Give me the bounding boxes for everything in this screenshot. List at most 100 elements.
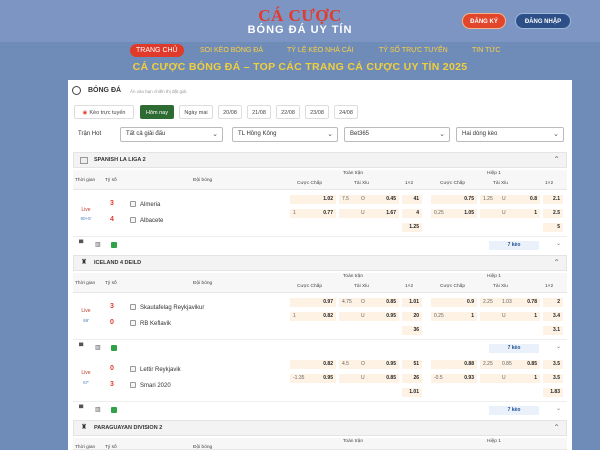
away-team[interactable]: Smari 2020 xyxy=(130,382,171,389)
bookmaker-select[interactable]: Bet365 ⌄ xyxy=(344,127,450,142)
chevron-down-icon: ⌄ xyxy=(327,131,333,138)
home-team[interactable]: Lettir Reykjavik xyxy=(130,366,181,373)
nav-soi-keo[interactable]: SOI KÈO BÓNG ĐÁ xyxy=(200,44,263,57)
odds-cell[interactable]: 51 xyxy=(402,360,422,369)
odds-cell[interactable]: 3.5 xyxy=(543,374,563,383)
odds-cell[interactable]: 4 xyxy=(402,209,422,218)
match-row[interactable]: Live 67' 0 3 Lettir Reykjavik Smari 2020… xyxy=(73,356,567,402)
odds-cell[interactable]: U 0.85 xyxy=(339,374,399,383)
stats-icon[interactable]: ▥ xyxy=(95,241,101,248)
odds-cell[interactable]: U1 xyxy=(480,312,540,321)
odds-cell[interactable]: 20 xyxy=(402,312,422,321)
odds-cell[interactable]: 0.25 1 xyxy=(431,312,477,321)
odds-cell[interactable]: 1.02 xyxy=(290,195,336,204)
odds-value: 2.1 xyxy=(553,196,560,202)
away-team[interactable]: Albacete xyxy=(130,217,163,224)
odds-cell[interactable]: 1.83 xyxy=(543,388,563,397)
logo-subtitle[interactable]: BÓNG ĐÁ UY TÍN xyxy=(0,24,600,36)
nav-tin-tuc[interactable]: TIN TỨC xyxy=(472,44,500,57)
odds-cell[interactable]: 1.25 U 0.8 xyxy=(480,195,540,204)
chevron-down-icon[interactable]: ⌄ xyxy=(556,405,561,412)
chevron-up-icon[interactable]: ⌃ xyxy=(553,423,560,432)
chip-date[interactable]: 23/08 xyxy=(305,105,329,119)
logo-title[interactable]: CÁ CƯỢC xyxy=(0,6,600,26)
nav-ty-so[interactable]: TỶ SỐ TRỰC TUYẾN xyxy=(379,44,448,57)
chevron-down-icon[interactable]: ⌄ xyxy=(556,240,561,247)
odds-cell[interactable]: 2.5 xyxy=(543,209,563,218)
odds-cell[interactable]: 4.75 O 0.85 xyxy=(339,298,399,307)
odds-cell[interactable]: 3.1 xyxy=(543,326,563,335)
chevron-up-icon[interactable]: ⌃ xyxy=(553,258,560,267)
timezone-select[interactable]: TL Hồng Kông ⌄ xyxy=(232,127,338,142)
odds-value: 0.82 xyxy=(323,361,333,367)
odds-cell[interactable]: -1.35 0.95 xyxy=(290,374,336,383)
odds-line: 2.25 xyxy=(483,299,493,305)
chip-date[interactable]: 20/08 xyxy=(218,105,242,119)
nav-ty-le-keo[interactable]: TỶ LỆ KÈO NHÀ CÁI xyxy=(287,44,354,57)
odds-cell[interactable]: 0.97 xyxy=(290,298,336,307)
odds-cell[interactable]: 7.5 O 0.45 xyxy=(339,195,399,204)
odds-cell[interactable]: 2.1 xyxy=(543,195,563,204)
more-odds-button[interactable]: 7 kèo xyxy=(489,344,539,353)
odds-lines-select[interactable]: Hai dòng kèo ⌄ xyxy=(456,127,564,142)
chevron-up-icon[interactable]: ⌃ xyxy=(553,155,560,164)
stats-icon[interactable]: ▥ xyxy=(95,344,101,351)
odds-cell[interactable]: 2.25 1.03 0.78 xyxy=(480,298,540,307)
odds-cell[interactable]: 41 xyxy=(402,195,422,204)
odds-cell[interactable]: 2 xyxy=(543,298,563,307)
odds-cell[interactable]: 3.5 xyxy=(543,360,563,369)
login-button[interactable]: ĐĂNG NHẬP xyxy=(515,13,571,29)
chevron-down-icon[interactable]: ⌄ xyxy=(556,343,561,350)
odds-cell[interactable]: 0.88 xyxy=(431,360,477,369)
odds-cell[interactable]: U1 xyxy=(480,209,540,218)
odds-cell[interactable]: 1.01 xyxy=(402,298,422,307)
odds-cell[interactable]: U 0.95 xyxy=(339,312,399,321)
register-button[interactable]: ĐĂNG KÝ xyxy=(462,13,506,29)
chip-tomorrow[interactable]: Ngày mai xyxy=(179,105,213,119)
trash-icon[interactable]: ▀ xyxy=(79,344,83,350)
odds-cell[interactable]: 0.75 xyxy=(431,195,477,204)
odds-cell[interactable]: 26 xyxy=(402,374,422,383)
odds-cell[interactable]: 0.25 1.05 xyxy=(431,209,477,218)
odds-cell[interactable]: 3.4 xyxy=(543,312,563,321)
live-stream-icon[interactable] xyxy=(111,242,117,248)
nav-home[interactable]: TRANG CHỦ xyxy=(130,44,184,57)
match-row[interactable]: Live 69' 3 0 Skautafelag Reykjavikur RB … xyxy=(73,294,567,340)
odds-cell[interactable]: 1.25 xyxy=(402,223,422,232)
more-odds-button[interactable]: 7 kèo xyxy=(489,406,539,415)
chip-today[interactable]: Hôm nay xyxy=(140,105,174,119)
league-header[interactable]: SPANISH LA LIGA 2 ⌃ xyxy=(73,152,567,168)
odds-value: 0.77 xyxy=(323,210,333,216)
home-team[interactable]: Almeria xyxy=(130,201,160,208)
odds-line: 1 xyxy=(293,313,296,319)
odds-cell[interactable]: 36 xyxy=(402,326,422,335)
trash-icon[interactable]: ▀ xyxy=(79,406,83,412)
odds-cell[interactable]: U1 xyxy=(480,374,540,383)
away-team[interactable]: RB Keflavik xyxy=(130,320,171,327)
odds-cell[interactable]: 0.82 xyxy=(290,360,336,369)
chip-live-odds[interactable]: ◉ Kèo trực tuyến xyxy=(74,105,134,119)
odds-cell[interactable]: -0.5 0.93 xyxy=(431,374,477,383)
chip-date[interactable]: 21/08 xyxy=(247,105,271,119)
trash-icon[interactable]: ▀ xyxy=(79,241,83,247)
odds-cell[interactable]: 0.9 xyxy=(431,298,477,307)
chip-date[interactable]: 22/08 xyxy=(276,105,300,119)
odds-cell[interactable]: 4.5 O 0.95 xyxy=(339,360,399,369)
more-odds-button[interactable]: 7 kèo xyxy=(489,241,539,250)
chip-date[interactable]: 24/08 xyxy=(334,105,358,119)
match-row[interactable]: Live 90+5' 3 4 Almeria Albacete 1.02 7.5… xyxy=(73,191,567,237)
odds-cell[interactable]: 1.01 xyxy=(402,388,422,397)
odds-cell[interactable]: 1 0.77 xyxy=(290,209,336,218)
live-stream-icon[interactable] xyxy=(111,345,117,351)
league-header[interactable]: ♜ PARAGUAYAN DIVISION 2 ⌃ xyxy=(73,420,567,436)
odds-cell[interactable]: 5 xyxy=(543,223,563,232)
odds-cell[interactable]: U 1.67 xyxy=(339,209,399,218)
live-stream-icon[interactable] xyxy=(111,407,117,413)
odds-cell[interactable]: 1 0.82 xyxy=(290,312,336,321)
odds-cell[interactable]: 2.25 0.85 0.85 xyxy=(480,360,540,369)
league-select[interactable]: Tất cả giải đấu ⌄ xyxy=(120,127,223,142)
home-team[interactable]: Skautafelag Reykjavikur xyxy=(130,304,204,311)
main-nav: TRANG CHỦ SOI KÈO BÓNG ĐÁ TỶ LỆ KÈO NHÀ … xyxy=(0,42,600,59)
league-header[interactable]: ♜ ICELAND 4 DEILD ⌃ xyxy=(73,255,567,271)
stats-icon[interactable]: ▥ xyxy=(95,406,101,413)
